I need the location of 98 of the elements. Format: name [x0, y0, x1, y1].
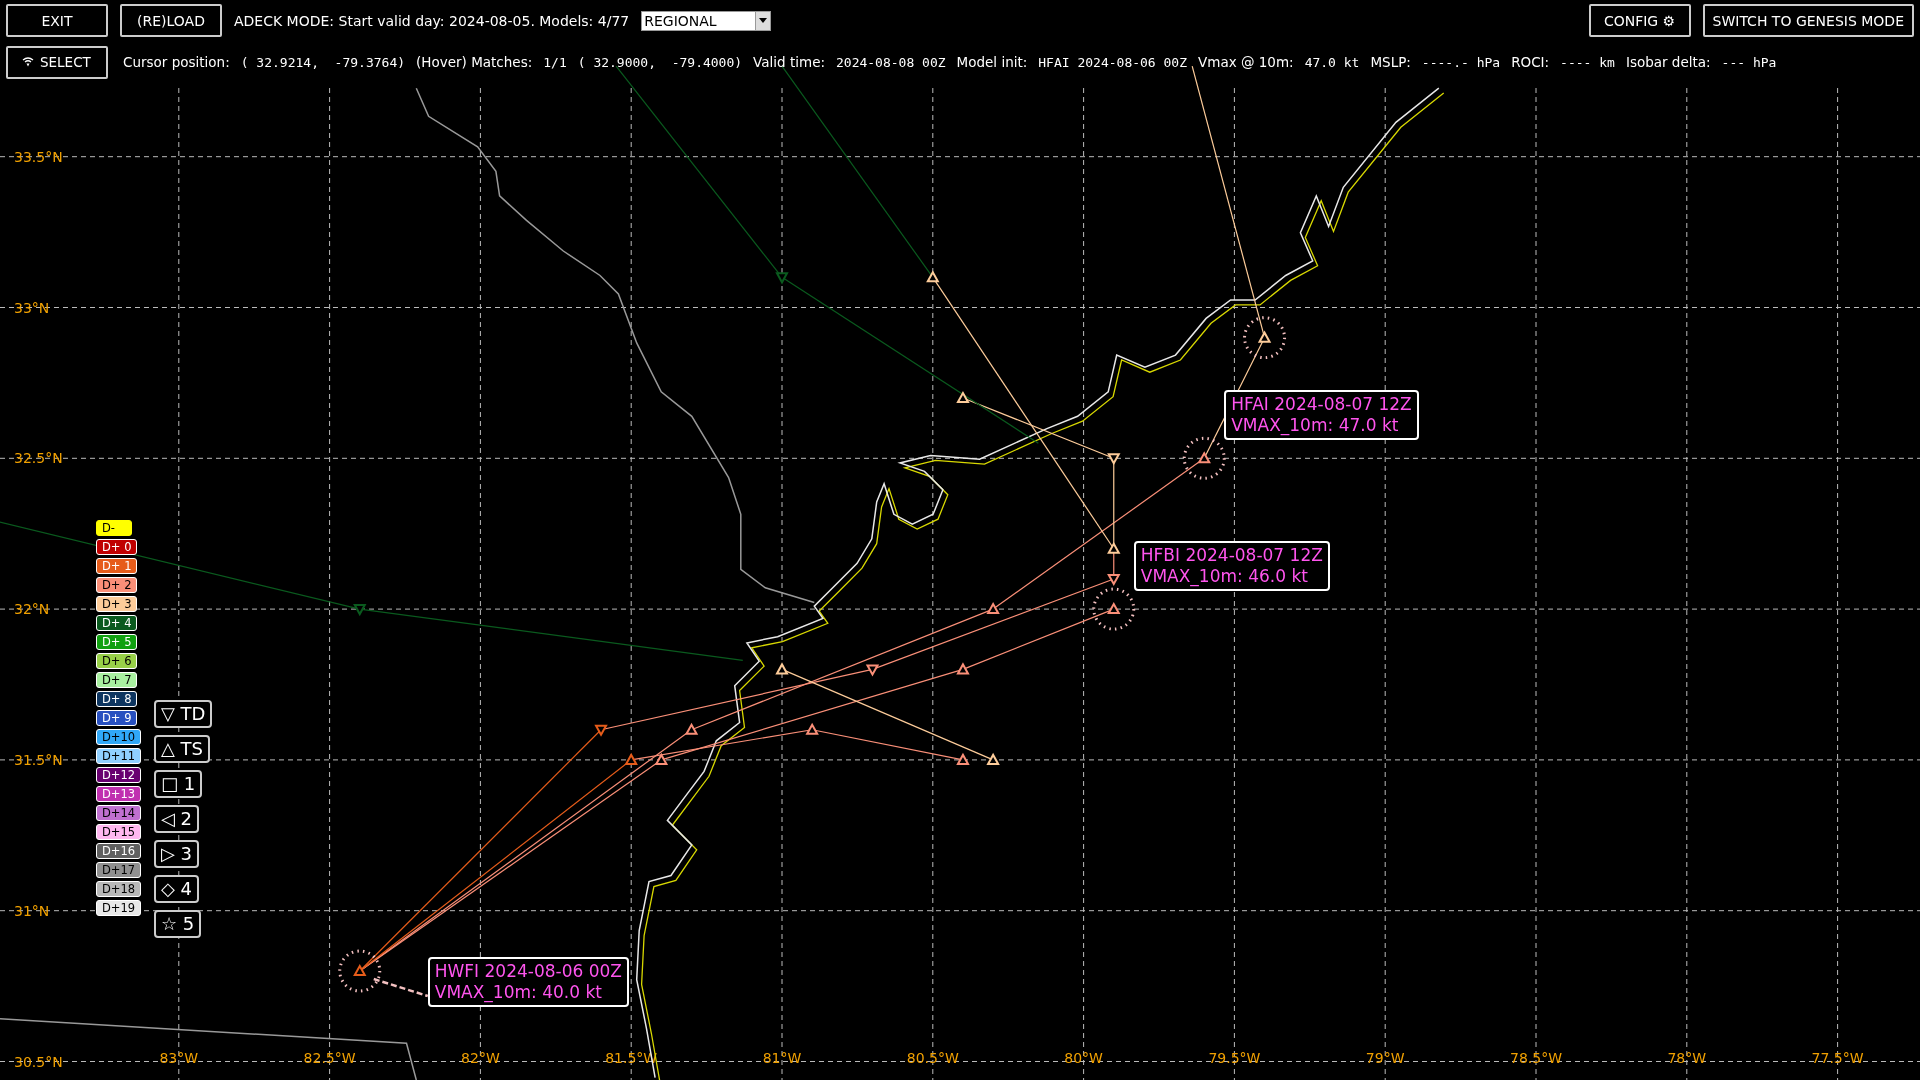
day-legend-chip: D+ 7	[96, 672, 138, 688]
day-legend-chip: D+18	[96, 881, 142, 897]
field-value: ( 32.9000, -79.4000)	[577, 54, 743, 70]
storm-marker-icon[interactable]	[956, 662, 970, 675]
field-value: ---- km	[1560, 54, 1615, 70]
day-legend-chip: D+15	[96, 824, 142, 840]
storm-marker-icon[interactable]	[865, 664, 880, 677]
day-legend-chip: D+ 8	[96, 691, 138, 707]
label-vmax: VMAX_10m: 40.0 kt	[434, 982, 603, 1003]
toolbar-button[interactable]: CONFIG ⚙	[1588, 4, 1691, 37]
field-value: 1/1	[543, 54, 567, 70]
storm-marker-icon[interactable]	[805, 722, 819, 735]
region-dropdown[interactable]: REGIONAL	[641, 10, 772, 31]
day-legend-chip: D+ 6	[96, 653, 138, 669]
longitude-label: 81°W	[762, 1050, 802, 1066]
storm-marker-icon[interactable]	[986, 602, 1000, 615]
day-legend-chip: D+14	[96, 805, 142, 821]
field-value: ( 32.9214, -79.3764)	[240, 54, 406, 70]
storm-marker-icon[interactable]	[594, 724, 608, 737]
day-legend-chip: D+11	[96, 748, 142, 764]
field-label: ROCI:	[1511, 54, 1550, 70]
highlight-ring	[1182, 436, 1226, 480]
latitude-label: 31°N	[14, 902, 50, 919]
latitude-label: 33°N	[14, 299, 50, 316]
day-legend-chip: D+ 4	[96, 615, 138, 631]
day-legend-chip: D+ 2	[96, 577, 138, 593]
day-legend-chip: D+ 9	[96, 710, 138, 726]
longitude-label: 82.5°W	[303, 1050, 356, 1066]
field-label: Isobar delta:	[1625, 54, 1711, 70]
field-label: MSLP:	[1370, 54, 1411, 70]
field-value: 2024-08-08 00Z	[836, 54, 946, 70]
field-label: Valid time:	[753, 54, 825, 70]
longitude-label: 79.5°W	[1208, 1050, 1261, 1066]
latitude-label: 32.5°N	[14, 450, 63, 467]
toolbar-button[interactable]: SWITCH TO GENESIS MODE	[1702, 4, 1914, 37]
symbol-legend-item: ◁ 2	[154, 805, 200, 833]
day-legend-chip: D+16	[96, 843, 142, 859]
field-label: Cursor position:	[123, 54, 230, 70]
caret-icon	[759, 18, 768, 23]
latitude-label: 32°N	[14, 601, 50, 618]
day-legend-chip: D+10	[96, 729, 142, 745]
field-value: HFAI 2024-08-06 00Z	[1038, 54, 1187, 70]
storm-marker-icon[interactable]	[353, 963, 367, 976]
highlight-ring	[1092, 587, 1136, 631]
toolbar-button[interactable]: (RE)LOAD	[120, 4, 222, 37]
symbol-legend-item: □ 1	[154, 770, 203, 798]
storm-marker-icon[interactable]	[956, 752, 970, 765]
longitude-label: 79°W	[1365, 1050, 1405, 1066]
field-label: (Hover) Matches:	[416, 54, 533, 70]
field-value: --- hPa	[1721, 54, 1777, 70]
day-legend-chip: D+19	[96, 900, 142, 916]
leader-line	[373, 977, 429, 998]
longitude-label: 83°W	[159, 1050, 199, 1066]
storm-marker-icon[interactable]	[684, 722, 699, 735]
symbol-legend-item: ◇ 4	[154, 875, 200, 903]
day-legend-chip: D+ 3	[96, 596, 138, 612]
label-title: HWFI 2024-08-06 00Z	[434, 961, 622, 982]
longitude-label: 78°W	[1667, 1050, 1707, 1066]
storm-marker-icon[interactable]	[1107, 602, 1121, 615]
day-legend-chip: D+12	[96, 767, 142, 783]
symbol-legend-item: ▽ TD	[154, 700, 213, 728]
field-label: Model init:	[956, 54, 1028, 70]
mode-text: ADECK MODE: Start valid day: 2024-08-05. Models: 4/77	[234, 12, 630, 29]
storm-marker-icon[interactable]	[624, 752, 638, 765]
day-legend-chip: D+ 0	[96, 539, 138, 555]
storm-marker-icon[interactable]	[353, 604, 367, 617]
longitude-label: 80°W	[1064, 1050, 1103, 1066]
longitude-label: 78.5°W	[1510, 1050, 1562, 1066]
highlight-ring	[1243, 316, 1287, 360]
storm-marker-icon[interactable]	[1107, 573, 1121, 586]
day-legend-chip: D+ 1	[96, 558, 138, 574]
symbol-legend-item: ▷ 3	[154, 840, 200, 868]
label-vmax: VMAX_10m: 46.0 kt	[1140, 566, 1309, 588]
symbol-legend-item: △ TS	[154, 735, 210, 763]
signal-icon	[22, 57, 34, 67]
label-title: HFBI 2024-08-07 12Z	[1140, 545, 1323, 567]
latitude-label: 33.5°N	[14, 148, 63, 165]
day-legend-chip: D+13	[96, 786, 142, 802]
toolbar-button[interactable]: EXIT	[6, 4, 108, 37]
label-title: HFAI 2024-08-07 12Z	[1231, 394, 1412, 416]
day-legend-chip: D+ 5	[96, 634, 138, 650]
storm-marker-icon[interactable]	[654, 752, 669, 765]
longitude-label: 80.5°W	[906, 1050, 959, 1066]
day-legend-chip: D+17	[96, 862, 142, 878]
symbol-legend-item: ☆ 5	[154, 910, 202, 938]
highlight-ring	[338, 949, 382, 993]
latitude-label: 31.5°N	[14, 751, 63, 768]
field-value: 47.0 kt	[1304, 54, 1360, 70]
storm-marker-icon[interactable]	[775, 272, 789, 285]
longitude-label: 82°W	[461, 1050, 500, 1066]
field-value: ----.- hPa	[1421, 54, 1501, 70]
latitude-label: 30.5°N	[14, 1053, 63, 1070]
field-label: Vmax @ 10m:	[1198, 54, 1294, 70]
longitude-label: 77.5°W	[1811, 1050, 1864, 1066]
day-legend-chip: D-	[96, 520, 132, 536]
label-vmax: VMAX_10m: 47.0 kt	[1231, 415, 1400, 437]
storm-marker-icon[interactable]	[1197, 451, 1211, 464]
select-button[interactable]: SELECT	[6, 45, 108, 79]
